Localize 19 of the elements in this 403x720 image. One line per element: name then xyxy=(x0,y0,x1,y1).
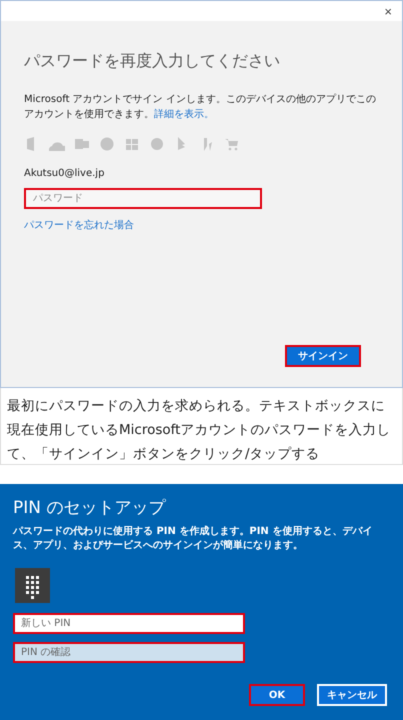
pin-title: PIN のセットアップ xyxy=(13,497,167,519)
close-button[interactable]: × xyxy=(384,4,392,18)
dialog-title: パスワードを再度入力してください xyxy=(24,51,281,72)
details-link[interactable]: 詳細を表示。 xyxy=(154,109,214,120)
account-email: Akutsu0@live.jp xyxy=(24,168,106,179)
pin-description: パスワードの代わりに使用する PIN を作成します。PIN を使用すると、デバイス、アプリ、およびサービスへのサインインが簡単になります。 xyxy=(13,525,374,553)
pin-field[interactable]: 新しい PIN xyxy=(13,613,245,634)
pin-field[interactable]: PIN の確認 xyxy=(13,642,245,663)
signin-button[interactable]: サインイン xyxy=(285,345,361,367)
dialog-button[interactable]: OK xyxy=(249,684,305,706)
keypad-icon xyxy=(15,568,50,603)
caption-text: 最初にパスワードの入力を求められる。テキストボックスに現在使用しているMicrosoftアカウントのパスワードを入力して、「サインイン」ボタンをクリック/タップする xyxy=(0,388,403,465)
forgot-password-link[interactable]: パスワードを忘れた場合 xyxy=(24,218,134,232)
windows-icon xyxy=(124,136,140,152)
dialog-button[interactable]: キャンセル xyxy=(317,684,387,706)
ball-icon xyxy=(149,136,165,152)
cart-icon xyxy=(224,136,240,152)
description-text: Microsoft アカウントでサイン インします。このデバイスの他のアプリでこのアカウントを使用できます。詳細を表示。 xyxy=(24,92,377,122)
password-field[interactable]: パスワード xyxy=(24,188,262,209)
